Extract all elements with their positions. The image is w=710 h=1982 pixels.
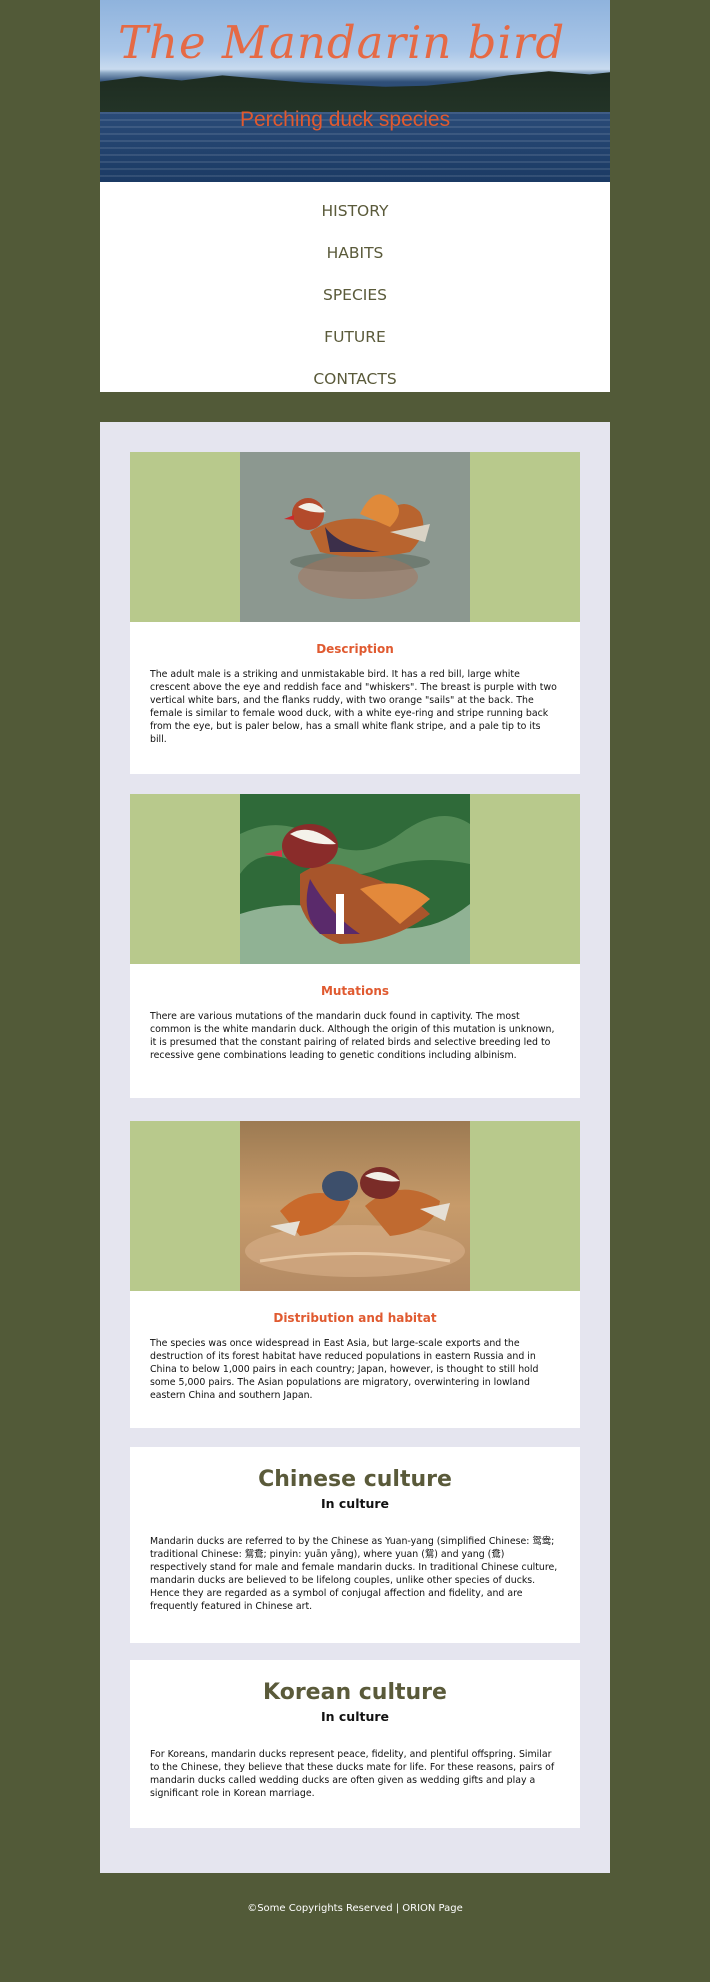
nav-history[interactable]: HISTORY xyxy=(100,190,610,232)
footer-copyright: ©Some Copyrights Reserved | ORION Page xyxy=(247,1903,463,1914)
korean-culture-heading: Korean culture xyxy=(263,1680,447,1705)
nav-future[interactable]: FUTURE xyxy=(100,316,610,358)
description-card: Description The adult male is a striking… xyxy=(130,452,580,774)
mutations-heading: Mutations xyxy=(320,984,390,998)
mutations-photo-band xyxy=(130,794,580,964)
mutations-card: Mutations There are various mutations of… xyxy=(130,794,580,1098)
distribution-text: The species was once widespread in East … xyxy=(150,1338,539,1401)
mandarin-duck-pair-photo xyxy=(240,1121,470,1291)
chinese-culture-heading: Chinese culture xyxy=(258,1467,452,1492)
description-heading: Description xyxy=(316,642,394,656)
nav-species[interactable]: SPECIES xyxy=(100,274,610,316)
main-nav: HISTORY HABITS SPECIES FUTURE CONTACTS xyxy=(100,182,610,392)
description-text: The adult male is a striking and unmista… xyxy=(150,669,557,745)
distribution-heading: Distribution and habitat xyxy=(273,1311,437,1325)
chinese-culture-subheading: In culture xyxy=(320,1496,389,1511)
page-container: The Mandarin bird Perching duck species … xyxy=(100,0,610,1873)
content-panel: Description The adult male is a striking… xyxy=(100,422,610,1873)
chinese-culture-text: Mandarin ducks are referred to by the Ch… xyxy=(150,1536,558,1612)
nav-contacts[interactable]: CONTACTS xyxy=(100,358,610,400)
korean-culture-subheading: In culture xyxy=(320,1709,389,1724)
site-title: The Mandarin bird xyxy=(118,16,566,69)
mandarin-duck-closeup-photo xyxy=(240,794,470,964)
header-banner: The Mandarin bird Perching duck species xyxy=(100,0,610,182)
mutations-text: There are various mutations of the manda… xyxy=(150,1011,555,1061)
nav-habits[interactable]: HABITS xyxy=(100,232,610,274)
distribution-photo-band xyxy=(130,1121,580,1291)
description-photo-band xyxy=(130,452,580,622)
mandarin-duck-photo xyxy=(240,452,470,622)
distribution-card: Distribution and habitat The species was… xyxy=(130,1121,580,1428)
chinese-culture-card: Chinese culture In culture Mandarin duck… xyxy=(130,1447,580,1643)
site-subtitle: Perching duck species xyxy=(240,108,451,131)
korean-culture-text: For Koreans, mandarin ducks represent pe… xyxy=(150,1749,555,1799)
korean-culture-card: Korean culture In culture For Koreans, m… xyxy=(130,1660,580,1828)
